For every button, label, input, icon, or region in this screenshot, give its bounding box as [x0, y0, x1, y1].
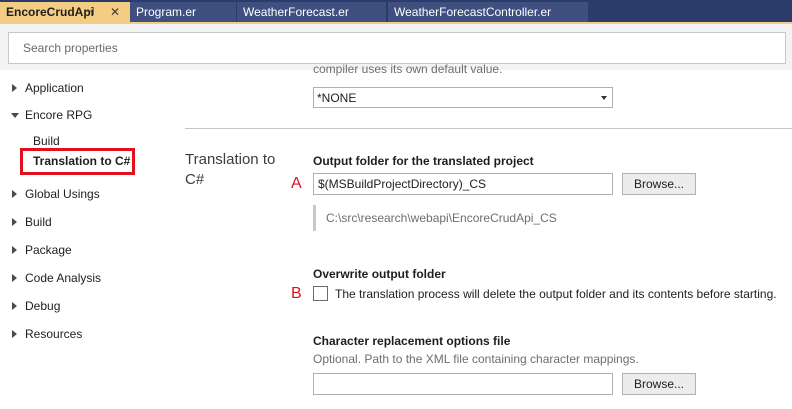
expand-arrow-icon[interactable] — [12, 218, 17, 226]
sidebar-item-encore-rpg[interactable]: Encore RPG — [25, 108, 92, 122]
partial-description-text: compiler uses its own default value. — [313, 62, 503, 76]
tab-label: WeatherForecast.er — [243, 5, 349, 19]
tab-label: WeatherForecastController.er — [394, 5, 552, 19]
sidebar-item-translation-to-csharp[interactable]: Translation to C# — [33, 154, 130, 168]
expand-arrow-icon[interactable] — [12, 330, 17, 338]
char-replacement-label: Character replacement options file — [313, 334, 511, 348]
expand-arrow-icon[interactable] — [12, 246, 17, 254]
sidebar-item-build[interactable]: Build — [25, 215, 52, 229]
dropdown-arrow-icon — [601, 96, 607, 100]
output-folder-field[interactable] — [313, 173, 613, 195]
expand-arrow-icon[interactable] — [12, 302, 17, 310]
sidebar-item-application[interactable]: Application — [25, 81, 84, 95]
tab-weatherforecastcontroller[interactable]: WeatherForecastController.er — [388, 2, 588, 22]
collapse-arrow-icon[interactable] — [11, 113, 19, 118]
document-tab-bar: EncoreCrudApi ⊣ ✕ Program.er WeatherFore… — [0, 0, 792, 22]
expand-arrow-icon[interactable] — [12, 190, 17, 198]
tab-label: EncoreCrudApi — [6, 5, 95, 19]
close-icon[interactable]: ✕ — [110, 2, 120, 22]
overwrite-checkbox[interactable] — [313, 286, 328, 301]
sidebar-item-package[interactable]: Package — [25, 243, 72, 257]
char-replacement-description: Optional. Path to the XML file containin… — [313, 352, 639, 366]
tab-encorecrudapi[interactable]: EncoreCrudApi ⊣ ✕ — [0, 2, 130, 22]
tab-program[interactable]: Program.er — [130, 2, 236, 22]
sidebar-item-build-child[interactable]: Build — [33, 134, 60, 148]
option-dropdown[interactable]: *NONE — [313, 87, 613, 108]
overwrite-checkbox-label[interactable]: The translation process will delete the … — [335, 287, 777, 301]
resolved-path-text: C:\src\research\webapi\EncoreCrudApi_CS — [313, 205, 613, 231]
search-input[interactable] — [8, 32, 786, 64]
sidebar-item-code-analysis[interactable]: Code Analysis — [25, 271, 101, 285]
marker-b: B — [291, 285, 302, 302]
expand-arrow-icon[interactable] — [12, 84, 17, 92]
expand-arrow-icon[interactable] — [12, 274, 17, 282]
pin-icon[interactable]: ⊣ — [85, 2, 95, 22]
char-replacement-browse-button[interactable]: Browse... — [622, 373, 696, 395]
sidebar-item-debug[interactable]: Debug — [25, 299, 60, 313]
sidebar-item-resources[interactable]: Resources — [25, 327, 82, 341]
marker-a: A — [291, 175, 302, 192]
section-title: Translation to C# — [185, 151, 276, 188]
output-folder-label: Output folder for the translated project — [313, 154, 534, 168]
char-replacement-field[interactable] — [313, 373, 613, 395]
dropdown-value: *NONE — [317, 91, 357, 105]
tab-label: Program.er — [136, 5, 197, 19]
output-folder-browse-button[interactable]: Browse... — [622, 173, 696, 195]
overwrite-label: Overwrite output folder — [313, 267, 446, 281]
section-divider — [185, 128, 792, 129]
tab-weatherforecast[interactable]: WeatherForecast.er — [237, 2, 386, 22]
sidebar-item-global-usings[interactable]: Global Usings — [25, 187, 100, 201]
